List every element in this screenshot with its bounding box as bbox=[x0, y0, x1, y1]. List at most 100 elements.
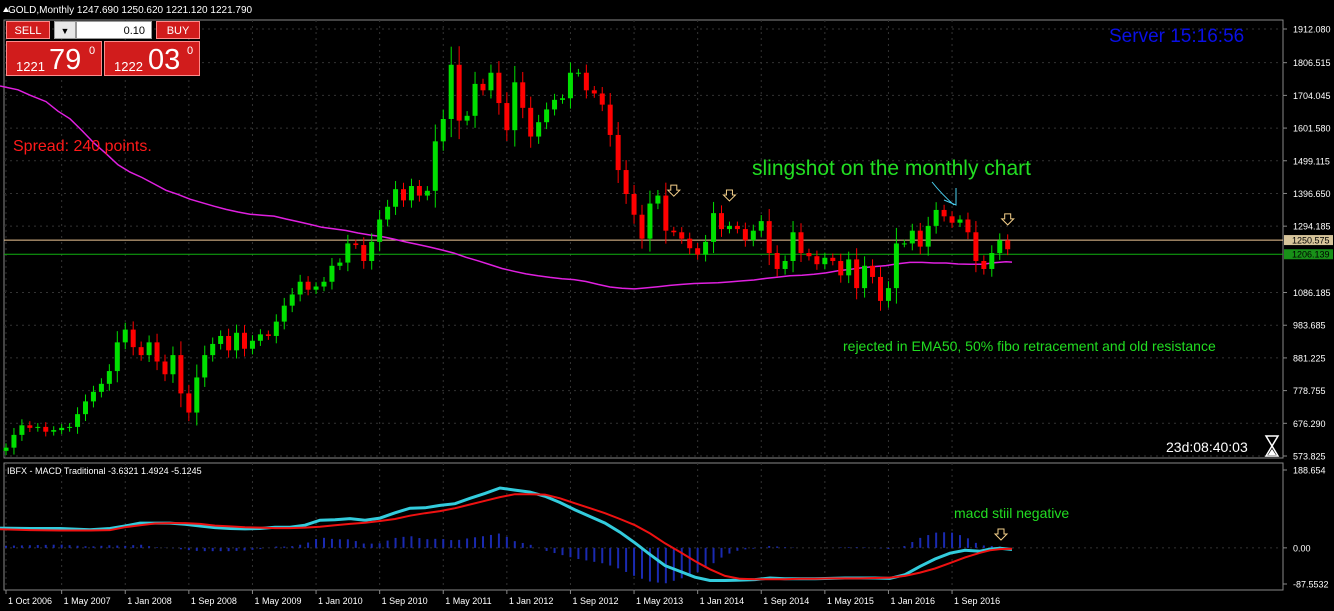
one-click-trading-panel: SELL ▼ 0.10 BUY 1221 79 0 1222 03 0 bbox=[6, 21, 200, 76]
candle bbox=[369, 233, 375, 270]
candle-body bbox=[774, 253, 780, 269]
candle-body bbox=[289, 294, 295, 306]
sell-button[interactable]: SELL bbox=[6, 21, 50, 39]
candle bbox=[385, 199, 391, 227]
candle bbox=[949, 211, 955, 228]
candle-body bbox=[957, 219, 963, 223]
candle bbox=[806, 248, 812, 261]
candle bbox=[194, 364, 200, 426]
candle-body bbox=[822, 257, 828, 265]
candle-body bbox=[536, 122, 542, 137]
candle-body bbox=[90, 391, 96, 402]
candle bbox=[242, 325, 247, 357]
candle-body bbox=[973, 232, 979, 261]
candle bbox=[814, 250, 820, 270]
candle-body bbox=[528, 107, 534, 137]
x-tick-label: 1 Jan 2016 bbox=[890, 596, 935, 606]
candle-body bbox=[885, 288, 891, 301]
candle-body bbox=[432, 141, 438, 191]
candle bbox=[583, 64, 589, 99]
server-time-label: Server 15:16:56 bbox=[1109, 26, 1244, 47]
candle bbox=[687, 232, 693, 255]
candle bbox=[59, 423, 65, 435]
candle bbox=[361, 237, 367, 269]
main-y-tick-label: 676.290 bbox=[1293, 419, 1326, 429]
candle-body bbox=[186, 393, 192, 413]
candle-body bbox=[456, 64, 462, 121]
candle bbox=[822, 252, 828, 270]
candle bbox=[989, 245, 995, 277]
candle bbox=[703, 234, 709, 262]
candle bbox=[504, 92, 510, 141]
candle-body bbox=[329, 265, 335, 282]
candle bbox=[297, 274, 303, 302]
candle bbox=[830, 253, 836, 266]
candle bbox=[11, 427, 17, 455]
candle-body bbox=[130, 329, 136, 348]
x-tick-label: 1 Jan 2010 bbox=[318, 596, 363, 606]
candle bbox=[512, 65, 518, 147]
candle bbox=[925, 216, 931, 256]
candle-body bbox=[480, 83, 486, 91]
candle-body bbox=[273, 321, 279, 336]
candle bbox=[480, 78, 486, 96]
candle-body bbox=[170, 355, 176, 375]
candle bbox=[440, 109, 446, 151]
chart-canvas[interactable]: 1912.080 1806.515 1704.045 1601.580 1499.115… bbox=[0, 0, 1334, 611]
candle-body bbox=[758, 221, 764, 231]
bid-price-pips: 79 bbox=[49, 44, 82, 76]
candle bbox=[663, 182, 669, 244]
bid-price-box[interactable]: 1221 79 0 bbox=[6, 41, 102, 76]
candle-body bbox=[11, 434, 17, 448]
down-arrow-icon bbox=[1000, 213, 1015, 226]
candle bbox=[202, 345, 208, 387]
candle bbox=[750, 224, 756, 247]
candle-body bbox=[27, 425, 33, 428]
candle-body bbox=[408, 186, 414, 201]
candle-body bbox=[719, 213, 724, 230]
buy-button[interactable]: BUY bbox=[156, 21, 200, 39]
lot-size-input[interactable]: 0.10 bbox=[76, 21, 152, 39]
candle-body bbox=[782, 260, 788, 269]
x-tick-label: 1 Sep 2010 bbox=[382, 596, 428, 606]
candle-body bbox=[679, 232, 685, 239]
candle-body bbox=[3, 447, 9, 451]
lot-dropdown-icon[interactable]: ▼ bbox=[54, 21, 76, 39]
candle-body bbox=[671, 230, 677, 233]
candle-body bbox=[377, 219, 383, 242]
main-y-tick-label: 1704.045 bbox=[1293, 91, 1331, 101]
candle bbox=[782, 255, 788, 275]
candle bbox=[671, 226, 677, 237]
x-tick-label: 1 May 2009 bbox=[254, 596, 301, 606]
candle bbox=[909, 223, 915, 251]
candle-body bbox=[814, 256, 820, 265]
candle bbox=[178, 341, 184, 408]
candle-body bbox=[98, 383, 104, 392]
main-y-tick-label: 1396.650 bbox=[1293, 189, 1331, 199]
candle-body bbox=[798, 232, 804, 254]
candle bbox=[393, 181, 399, 215]
candle bbox=[567, 62, 573, 109]
candle-body bbox=[703, 241, 709, 255]
candle-body bbox=[385, 206, 391, 220]
candle-body bbox=[591, 90, 597, 94]
down-arrow-icon bbox=[722, 189, 737, 202]
candle bbox=[798, 223, 804, 263]
candle bbox=[790, 221, 796, 273]
candle-body bbox=[146, 342, 152, 356]
candle bbox=[464, 111, 470, 126]
candle bbox=[647, 190, 653, 252]
rejected-annotation: rejected in EMA50, 50% fibo retracement … bbox=[843, 338, 1216, 354]
candle-body bbox=[583, 72, 589, 91]
candle-body bbox=[51, 430, 57, 432]
candle bbox=[599, 87, 605, 112]
ask-price-box[interactable]: 1222 03 0 bbox=[104, 41, 200, 76]
candle-body bbox=[178, 355, 184, 394]
candle-body bbox=[122, 329, 128, 343]
main-y-tick-label: 881.225 bbox=[1293, 353, 1326, 363]
candle-body bbox=[401, 189, 406, 201]
candle bbox=[615, 122, 621, 183]
candle bbox=[19, 419, 25, 441]
candle-body bbox=[472, 83, 478, 116]
x-tick-label: 1 Jan 2008 bbox=[127, 596, 172, 606]
